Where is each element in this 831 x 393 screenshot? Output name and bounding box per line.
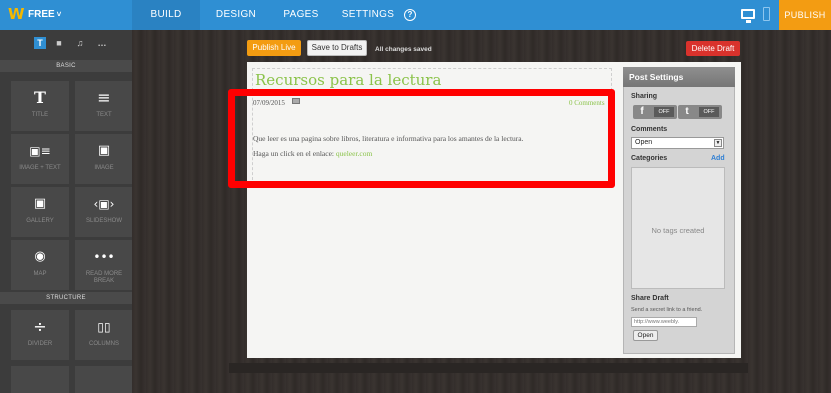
desktop-view-icon[interactable] (741, 9, 755, 23)
media-elements-icon[interactable]: ♫ (74, 37, 86, 49)
section-header-basic: BASIC (0, 60, 132, 72)
element-columns[interactable]: ▯▯ COLUMNS (75, 310, 133, 360)
element-label: MAP (33, 271, 47, 277)
title-icon: T (34, 88, 46, 107)
divider-icon: ÷ (33, 317, 47, 336)
tab-build[interactable]: BUILD (132, 0, 200, 30)
gallery-icon: ▣ (33, 196, 47, 211)
element-divider[interactable]: ÷ DIVIDER (11, 310, 69, 360)
element-gallery[interactable]: ▣ GALLERY (11, 187, 69, 237)
slideshow-icon: ‹▣› (93, 197, 115, 211)
delete-draft-button[interactable]: Delete Draft (686, 41, 740, 56)
share-draft-description: Send a secret link to a friend. (631, 307, 703, 313)
element-title[interactable]: T TITLE (11, 81, 69, 131)
elements-sidebar: T ■ ♫ … BASIC T TITLE ≡ TEXT ▣≡ IMAGE + … (0, 30, 133, 393)
comments-select[interactable]: Open ▼ (631, 137, 724, 149)
post-title[interactable]: Recursos para la lectura (255, 71, 441, 89)
editor-bottom-edge (229, 363, 748, 373)
map-pin-icon: ◉ (34, 249, 46, 264)
element-text[interactable]: ≡ TEXT (75, 81, 133, 131)
text-elements-icon[interactable]: T (34, 37, 46, 49)
save-to-drafts-button[interactable]: Save to Drafts (307, 40, 367, 56)
plan-dropdown[interactable]: FREE ˅ (28, 9, 61, 20)
categories-label: Categories (631, 155, 668, 162)
toggle-state: OFF (654, 107, 674, 117)
post-settings-header: Post Settings (623, 67, 735, 87)
comments-value: Open (635, 139, 653, 146)
element-label: IMAGE (94, 165, 114, 171)
element-label: SLIDESHOW (85, 218, 122, 224)
element-partial[interactable] (11, 366, 69, 393)
text-icon: ≡ (97, 88, 111, 107)
highlight-annotation (228, 89, 615, 188)
image-text-icon: ▣≡ (29, 144, 51, 158)
chevron-down-icon: ˅ (56, 10, 62, 19)
tab-settings[interactable]: SETTINGS (336, 0, 400, 30)
element-slideshow[interactable]: ‹▣› SLIDESHOW (75, 187, 133, 237)
add-category-link[interactable]: Add (711, 155, 725, 162)
top-bar: W FREE ˅ BUILD DESIGN PAGES SETTINGS ? PU… (0, 0, 831, 30)
facebook-icon: f (640, 106, 644, 117)
save-status: All changes saved (375, 46, 432, 53)
section-header-structure: STRUCTURE (0, 292, 132, 304)
columns-icon: ▯▯ (97, 320, 111, 334)
more-elements-icon[interactable]: … (96, 37, 108, 49)
comments-label: Comments (631, 126, 668, 133)
element-label: IMAGE + TEXT (19, 165, 61, 171)
publish-button[interactable]: PUBLISH (779, 0, 831, 30)
ellipsis-icon: ••• (93, 250, 115, 264)
element-label: COLUMNS (88, 341, 119, 347)
element-label: TEXT (96, 112, 112, 118)
element-read-more-break[interactable]: ••• READ MORE BREAK (75, 240, 133, 290)
chevron-down-icon: ▼ (714, 139, 722, 147)
tab-pages[interactable]: PAGES (275, 0, 327, 30)
sharing-label: Sharing (631, 93, 658, 100)
twitter-icon: t (685, 106, 689, 117)
element-category-tabs: T ■ ♫ … (0, 30, 132, 58)
no-tags-message: No tags created (651, 226, 705, 235)
open-button[interactable]: Open (633, 330, 658, 341)
facebook-share-toggle[interactable]: f OFF (633, 105, 677, 119)
block-elements-icon[interactable]: ■ (53, 37, 65, 49)
element-image-text[interactable]: ▣≡ IMAGE + TEXT (11, 134, 69, 184)
element-map[interactable]: ◉ MAP (11, 240, 69, 290)
toggle-state: OFF (699, 107, 719, 117)
element-label: DIVIDER (27, 341, 53, 347)
twitter-share-toggle[interactable]: t OFF (678, 105, 722, 119)
tab-design[interactable]: DESIGN (205, 0, 267, 30)
share-link-field[interactable]: http://www.weebly. (631, 317, 697, 327)
element-label: TITLE (31, 112, 49, 118)
publish-live-button[interactable]: Publish Live (247, 40, 301, 56)
element-label: GALLERY (26, 218, 54, 224)
image-icon: ▣ (97, 143, 111, 158)
weebly-logo-icon[interactable]: W (8, 7, 25, 22)
element-label: READ MORE BREAK (85, 271, 123, 284)
element-image[interactable]: ▣ IMAGE (75, 134, 133, 184)
share-draft-label: Share Draft (631, 295, 669, 302)
element-partial[interactable] (75, 366, 133, 393)
help-icon[interactable]: ? (404, 9, 416, 21)
plan-label: FREE (28, 9, 55, 20)
mobile-view-icon[interactable] (763, 7, 770, 21)
